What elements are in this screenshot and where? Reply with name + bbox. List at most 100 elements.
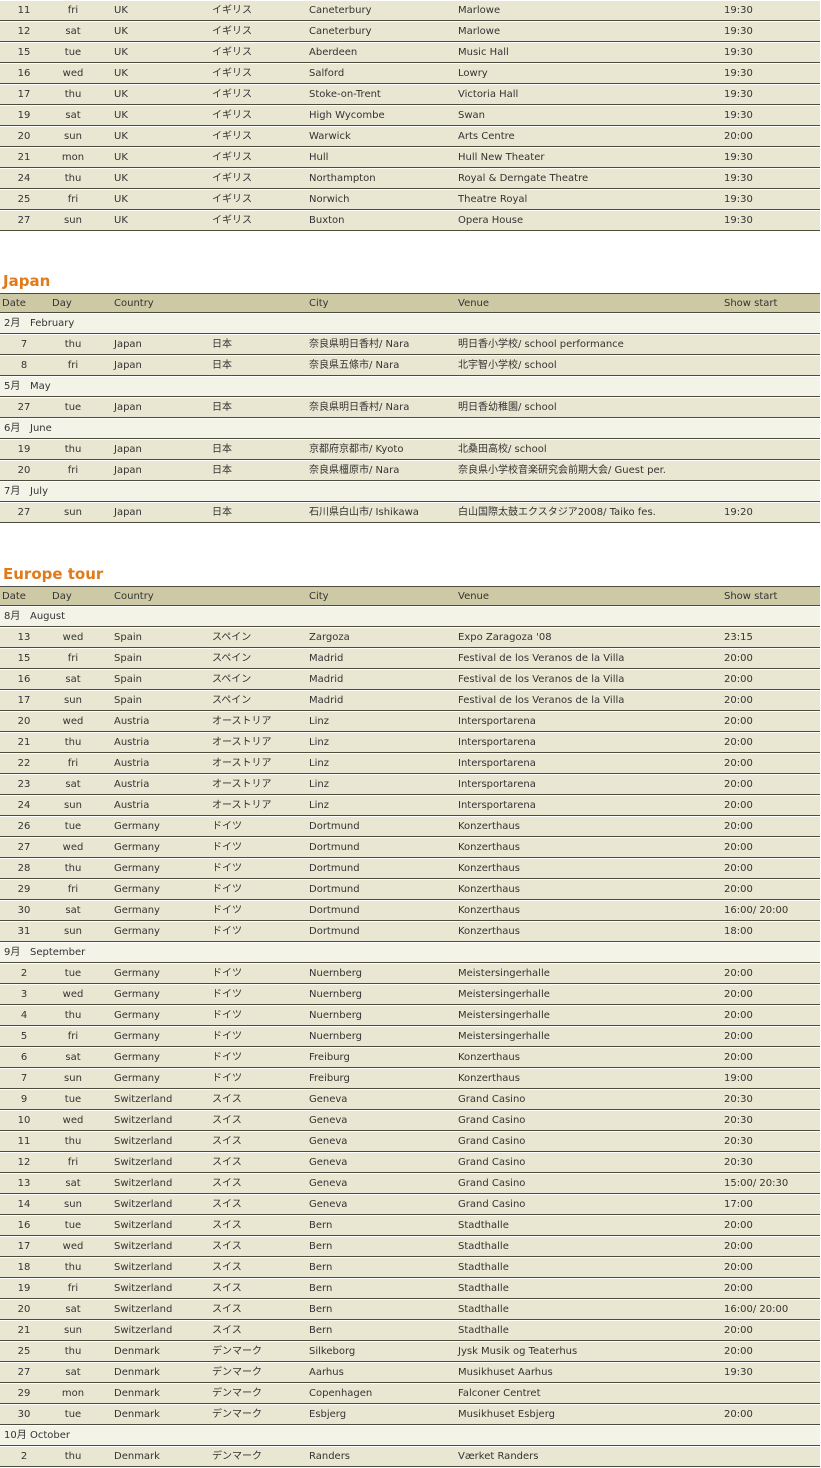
- table-row: 20 sat Switzerland スイス Bern Stadthalle 16:00/ …: [0, 1300, 820, 1320]
- date-cell: 19: [17, 1283, 31, 1294]
- venue-cell: Festival de los Veranos de la Villa: [458, 653, 625, 664]
- table-row: 15 fri Spain スペイン Madrid Festival de los Vera…: [0, 649, 820, 669]
- table-row: 2 thu Denmark デンマーク Randers Værket Randers: [0, 1447, 820, 1467]
- city-cell: Madrid: [309, 674, 344, 685]
- country-jp-cell: スイス: [212, 1241, 242, 1252]
- country-cell: Japan: [114, 507, 142, 518]
- day-cell: wed: [62, 1115, 84, 1126]
- country-jp-cell: デンマーク: [212, 1388, 262, 1399]
- venue-cell: Stadthalle: [458, 1283, 509, 1294]
- day-cell: fri: [67, 1283, 79, 1294]
- table-row: 21 thu Austria オーストリア Linz Intersportarena 20:…: [0, 733, 820, 753]
- country-cell: Switzerland: [114, 1283, 173, 1294]
- date-cell: 16: [17, 674, 31, 685]
- country-cell: Switzerland: [114, 1220, 173, 1231]
- show-start-cell: 15:00/ 20:30: [724, 1178, 789, 1189]
- date-cell: 4: [20, 1010, 28, 1021]
- country-cell: Germany: [114, 1031, 160, 1042]
- venue-cell: Royal & Derngate Theatre: [458, 173, 589, 184]
- month-label-en: June: [30, 423, 52, 434]
- table-row: 27 sun Japan 日本 石川県白山市/ Ishikawa 白山国際太鼓エクスタジア…: [0, 503, 820, 523]
- table-row: 18 thu Switzerland スイス Bern Stadthalle 20:00: [0, 1258, 820, 1278]
- city-cell: Stoke-on-Trent: [309, 89, 381, 100]
- city-cell: Aarhus: [309, 1367, 344, 1378]
- day-cell: mon: [61, 1388, 85, 1399]
- show-start-cell: 20:00: [724, 1283, 753, 1294]
- date-cell: 26: [17, 821, 31, 832]
- date-cell: 21: [17, 1325, 31, 1336]
- country-cell: Germany: [114, 905, 160, 916]
- header-city: City: [309, 591, 329, 602]
- city-cell: Geneva: [309, 1115, 348, 1126]
- country-jp-cell: 日本: [212, 339, 232, 350]
- venue-cell: Stadthalle: [458, 1304, 509, 1315]
- date-cell: 12: [17, 1157, 31, 1168]
- day-cell: wed: [62, 989, 84, 1000]
- country-jp-cell: オーストリア: [212, 779, 272, 790]
- show-start-cell: 20:00: [724, 1220, 753, 1231]
- city-cell: Bern: [309, 1304, 333, 1315]
- country-jp-cell: ドイツ: [212, 968, 242, 979]
- date-cell: 20: [17, 716, 31, 727]
- table-row: 24 thu UK イギリス Northampton Royal & Derngate T…: [0, 169, 820, 189]
- venue-cell: 明日香小学校/ school performance: [458, 339, 624, 350]
- country-cell: Spain: [114, 695, 142, 706]
- show-start-cell: 19:30: [724, 152, 753, 163]
- show-start-cell: 20:30: [724, 1115, 753, 1126]
- country-cell: Denmark: [114, 1409, 160, 1420]
- venue-cell: Grand Casino: [458, 1178, 526, 1189]
- show-start-cell: 23:15: [724, 632, 753, 643]
- date-cell: 7: [20, 339, 28, 350]
- table-row: 17 wed Switzerland スイス Bern Stadthalle 20:00: [0, 1237, 820, 1257]
- country-cell: UK: [114, 5, 128, 16]
- day-cell: sat: [65, 1367, 81, 1378]
- table-row: 9 tue Switzerland スイス Geneva Grand Casino 20:3…: [0, 1090, 820, 1110]
- date-cell: 30: [17, 1409, 31, 1420]
- table-row: 17 sun Spain スペイン Madrid Festival de los Vera…: [0, 691, 820, 711]
- venue-cell: Swan: [458, 110, 485, 121]
- country-jp-cell: スイス: [212, 1136, 242, 1147]
- city-cell: Freiburg: [309, 1052, 350, 1063]
- venue-cell: Falconer Centret: [458, 1388, 541, 1399]
- table-row: 3 wed Germany ドイツ Nuernberg Meistersingerhall…: [0, 985, 820, 1005]
- country-cell: Austria: [114, 779, 150, 790]
- day-cell: sat: [65, 1052, 81, 1063]
- date-cell: 10: [17, 1115, 31, 1126]
- table-row: 13 sat Switzerland スイス Geneva Grand Casino 15:…: [0, 1174, 820, 1194]
- date-cell: 9: [20, 1094, 28, 1105]
- month-row: 7月 July: [0, 482, 820, 502]
- show-start-cell: 20:00: [724, 758, 753, 769]
- table-row: 16 tue Switzerland スイス Bern Stadthalle 20:00: [0, 1216, 820, 1236]
- country-cell: Denmark: [114, 1367, 160, 1378]
- country-jp-cell: 日本: [212, 444, 232, 455]
- day-cell: sun: [64, 1325, 82, 1336]
- venue-cell: Intersportarena: [458, 737, 536, 748]
- country-cell: Switzerland: [114, 1241, 173, 1252]
- table-row: 5 fri Germany ドイツ Nuernberg Meistersingerhall…: [0, 1027, 820, 1047]
- day-cell: thu: [64, 1451, 82, 1462]
- venue-cell: Musikhuset Aarhus: [458, 1367, 553, 1378]
- country-cell: Denmark: [114, 1346, 160, 1357]
- country-jp-cell: 日本: [212, 360, 232, 371]
- date-cell: 22: [17, 758, 31, 769]
- day-cell: tue: [64, 1094, 82, 1105]
- country-cell: Switzerland: [114, 1157, 173, 1168]
- header-country: Country: [114, 591, 154, 602]
- month-label-jp: 2月: [4, 318, 21, 329]
- month-label-jp: 5月: [4, 381, 21, 392]
- country-jp-cell: イギリス: [212, 5, 252, 16]
- country-jp-cell: ドイツ: [212, 842, 242, 853]
- country-jp-cell: スイス: [212, 1199, 242, 1210]
- country-cell: Switzerland: [114, 1325, 173, 1336]
- table-row: 24 sun Austria オーストリア Linz Intersportarena 20:…: [0, 796, 820, 816]
- day-cell: wed: [62, 632, 84, 643]
- country-jp-cell: オーストリア: [212, 716, 272, 727]
- table-row: 19 sat UK イギリス High Wycombe Swan 19:30: [0, 106, 820, 126]
- venue-cell: Meistersingerhalle: [458, 989, 550, 1000]
- venue-cell: Music Hall: [458, 47, 509, 58]
- date-cell: 20: [17, 131, 31, 142]
- day-cell: thu: [64, 1010, 82, 1021]
- venue-cell: Konzerthaus: [458, 1052, 520, 1063]
- venue-cell: Grand Casino: [458, 1115, 526, 1126]
- show-start-cell: 20:00: [724, 1262, 753, 1273]
